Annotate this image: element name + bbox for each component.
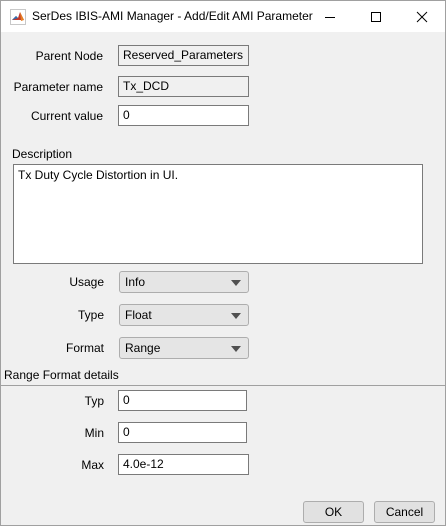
format-value: Range (125, 341, 161, 355)
ok-button[interactable]: OK (303, 501, 364, 523)
parent-node-field: Reserved_Parameters (118, 45, 249, 66)
close-button[interactable] (399, 1, 445, 32)
minimize-icon (325, 16, 335, 18)
typ-input[interactable]: 0 (118, 390, 247, 411)
usage-label: Usage (69, 275, 104, 289)
type-value: Float (125, 308, 152, 322)
minimize-button[interactable] (307, 1, 353, 32)
type-dropdown[interactable]: Float (119, 304, 249, 326)
current-value-label: Current value (30, 109, 103, 123)
description-textarea[interactable]: Tx Duty Cycle Distortion in UI. (13, 164, 423, 264)
max-label: Max (81, 458, 104, 472)
cancel-button[interactable]: Cancel (374, 501, 435, 523)
min-label: Min (84, 426, 104, 440)
typ-label: Typ (84, 394, 104, 408)
max-input[interactable]: 4.0e-12 (118, 454, 249, 475)
chevron-down-icon (231, 346, 241, 352)
matlab-icon (10, 9, 26, 25)
format-label: Format (65, 341, 104, 355)
parameter-name-field: Tx_DCD (118, 76, 249, 97)
maximize-icon (371, 11, 381, 22)
usage-value: Info (125, 275, 146, 289)
chevron-down-icon (231, 280, 241, 286)
close-icon (416, 11, 428, 22)
divider (1, 385, 445, 386)
description-label: Description (12, 147, 73, 161)
parameter-name-label: Parameter name (13, 80, 103, 94)
parent-node-label: Parent Node (35, 49, 103, 63)
format-dropdown[interactable]: Range (119, 337, 249, 359)
title-bar: SerDes IBIS-AMI Manager - Add/Edit AMI P… (1, 1, 445, 32)
min-input[interactable]: 0 (118, 422, 247, 443)
maximize-button[interactable] (353, 1, 399, 32)
usage-dropdown[interactable]: Info (119, 271, 249, 293)
dialog-window: SerDes IBIS-AMI Manager - Add/Edit AMI P… (0, 0, 446, 526)
type-label: Type (77, 308, 104, 322)
current-value-input[interactable]: 0 (118, 105, 249, 126)
chevron-down-icon (231, 313, 241, 319)
window-title: SerDes IBIS-AMI Manager - Add/Edit AMI P… (32, 9, 313, 23)
range-format-details-label: Range Format details (4, 368, 119, 382)
